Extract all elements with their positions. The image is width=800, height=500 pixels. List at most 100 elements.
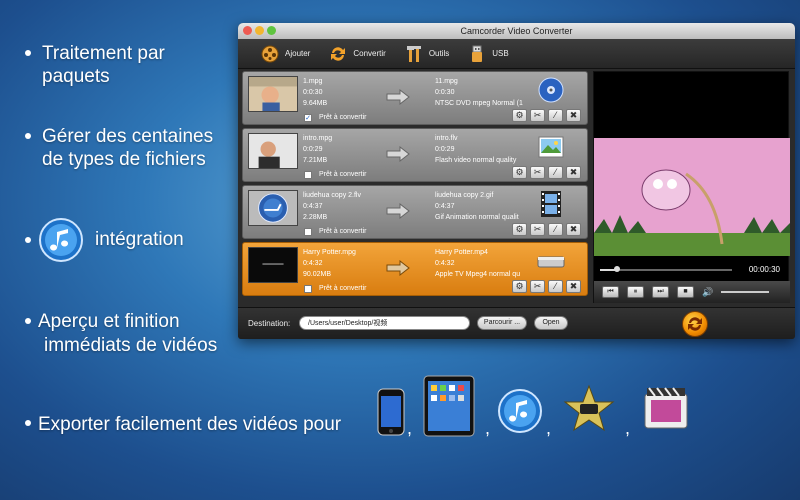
promo-text: Gérer des centaines (42, 126, 214, 147)
list-item[interactable]: 1.mpg 0:0:30 9.64MB 11.mpg 0:0:30 NTSC D… (242, 71, 588, 125)
source-duration: 0:0:29 (303, 146, 323, 153)
convert-checkbox[interactable] (304, 228, 312, 236)
promo-text: paquets (42, 66, 110, 87)
source-filename: intro.mpg (303, 135, 333, 142)
add-button[interactable]: Ajouter (260, 44, 310, 64)
image-icon (538, 136, 564, 158)
source-size: 9.64MB (303, 100, 328, 107)
output-format[interactable]: NTSC DVD mpeg Normal (1 (435, 98, 531, 109)
row-actions: ⚙ ✂ ⁄ ✖ (512, 109, 581, 122)
remove-icon[interactable]: ✖ (566, 109, 581, 122)
source-info: 1.mpg 0:0:30 9.64MB (303, 76, 327, 109)
separator: , (485, 418, 491, 438)
convert-icon (688, 317, 702, 331)
usb-icon (467, 44, 487, 64)
edit-wand-icon[interactable]: ⁄ (548, 280, 563, 293)
separator: , (546, 418, 552, 438)
tools-icon (404, 44, 424, 64)
row-actions: ⚙ ✂ ⁄ ✖ (512, 280, 581, 293)
settings-gear-icon[interactable]: ⚙ (512, 280, 527, 293)
output-duration: 0:0:29 (435, 146, 455, 153)
source-info: intro.mpg 0:0:29 7.21MB (303, 133, 332, 166)
status-text: Prêt à convertir (319, 171, 367, 178)
volume-slider[interactable] (721, 291, 770, 293)
destination-path-field[interactable]: /Users/user/Desktop/视频 (299, 316, 470, 330)
row-actions: ⚙ ✂ ⁄ ✖ (512, 223, 581, 236)
next-icon[interactable]: ⏭ (652, 286, 669, 298)
tools-button[interactable]: Outils (404, 44, 449, 64)
settings-gear-icon[interactable]: ⚙ (512, 223, 527, 236)
list-item[interactable]: liudehua copy 2.flv 0:4:37 2.28MB liudeh… (242, 185, 588, 239)
source-size: 2.28MB (303, 214, 328, 221)
preview-panel: 00:00:30 ⏮ ⏸ ⏭ ■ 🔊 (593, 71, 790, 303)
promo-text: immédiats de vidéos (44, 335, 218, 356)
convert-checkbox[interactable] (304, 285, 312, 293)
promo-text: de types de fichiers (42, 149, 206, 170)
ipad-icon (423, 375, 475, 437)
edit-wand-icon[interactable]: ⁄ (548, 223, 563, 236)
output-info: liudehua copy 2.gif 0:4:37 Gif Animation… (435, 190, 531, 223)
source-filename: 1.mpg (303, 78, 323, 85)
minimize-window-button[interactable] (255, 26, 264, 35)
tools-label: Outils (428, 49, 450, 58)
volume-icon: 🔊 (702, 286, 714, 297)
promo-text: intégration (95, 229, 184, 250)
playback-controls: ⏮ ⏸ ⏭ ■ 🔊 (594, 281, 790, 303)
timeline-scrubber[interactable] (614, 266, 620, 272)
row-actions: ⚙ ✂ ⁄ ✖ (512, 166, 581, 179)
apple-tv-icon (537, 256, 565, 268)
edit-wand-icon[interactable]: ⁄ (548, 166, 563, 179)
output-info: 11.mpg 0:0:30 NTSC DVD mpeg Normal (1 (435, 76, 531, 109)
remove-icon[interactable]: ✖ (566, 166, 581, 179)
convert-checkbox[interactable]: ✓ (304, 114, 312, 122)
output-duration: 0:4:32 (435, 260, 455, 267)
list-item-selected[interactable]: Harry Potter.mpg 0:4:32 90.02MB Harry Po… (242, 242, 588, 296)
remove-icon[interactable]: ✖ (566, 280, 581, 293)
separator: , (407, 418, 413, 438)
add-label: Ajouter (285, 49, 311, 58)
trim-scissors-icon[interactable]: ✂ (530, 109, 545, 122)
convert-button[interactable]: Convertir (328, 44, 386, 64)
trim-scissors-icon[interactable]: ✂ (530, 280, 545, 293)
output-filename: Harry Potter.mp4 (435, 249, 488, 256)
output-duration: 0:0:30 (435, 89, 455, 96)
status-text: Prêt à convertir (319, 114, 367, 121)
output-format[interactable]: Apple TV Mpeg4 normal qu (435, 269, 531, 280)
open-button[interactable]: Open (534, 316, 568, 330)
output-format[interactable]: Flash video normal quality (435, 155, 531, 166)
remove-icon[interactable]: ✖ (566, 223, 581, 236)
source-duration: 0:4:37 (303, 203, 323, 210)
settings-gear-icon[interactable]: ⚙ (512, 109, 527, 122)
promo-text: Aperçu et finition (38, 311, 180, 332)
settings-gear-icon[interactable]: ⚙ (512, 166, 527, 179)
list-item[interactable]: intro.mpg 0:0:29 7.21MB intro.flv 0:0:29… (242, 128, 588, 182)
bullet (25, 50, 31, 56)
bullet (25, 420, 31, 426)
bullet (25, 237, 31, 243)
output-format[interactable]: Gif Animation normal qualit (435, 212, 531, 223)
start-convert-button[interactable] (682, 311, 708, 337)
stop-icon[interactable]: ■ (677, 286, 694, 298)
browse-button[interactable]: Parcourir ... (477, 316, 527, 330)
previous-icon[interactable]: ⏮ (602, 286, 619, 298)
trim-scissors-icon[interactable]: ✂ (530, 223, 545, 236)
close-window-button[interactable] (243, 26, 252, 35)
usb-button[interactable]: USB (467, 44, 509, 64)
playback-timeline[interactable]: 00:00:30 (594, 264, 790, 276)
toolbar: Ajouter Convertir Outils USB (238, 39, 795, 69)
zoom-window-button[interactable] (267, 26, 276, 35)
film-strip-icon (541, 191, 561, 217)
edit-wand-icon[interactable]: ⁄ (548, 109, 563, 122)
output-duration: 0:4:37 (435, 203, 455, 210)
convert-checkbox[interactable] (304, 171, 312, 179)
conversion-list: 1.mpg 0:0:30 9.64MB 11.mpg 0:0:30 NTSC D… (242, 71, 588, 299)
timecode: 00:00:30 (748, 265, 780, 274)
destination-label: Destination: (248, 319, 291, 328)
output-filename: 11.mpg (435, 78, 458, 85)
pause-icon[interactable]: ⏸ (627, 286, 644, 298)
usb-label: USB (492, 49, 509, 58)
bullet (25, 318, 31, 324)
title-bar: Camcorder Video Converter (238, 23, 795, 39)
trim-scissors-icon[interactable]: ✂ (530, 166, 545, 179)
output-info: Harry Potter.mp4 0:4:32 Apple TV Mpeg4 n… (435, 247, 531, 280)
